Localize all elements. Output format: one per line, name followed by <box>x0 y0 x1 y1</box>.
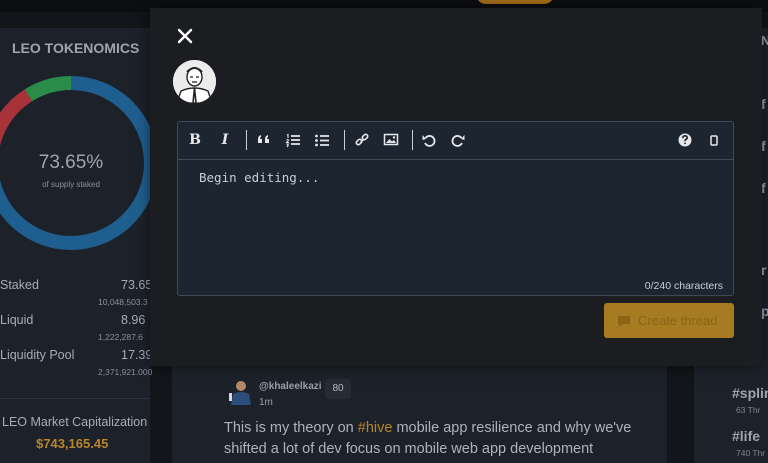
toolbar-separator <box>412 130 413 150</box>
post-body: This is my theory on #hive mobile app re… <box>224 418 654 460</box>
tokenomics-panel: LEO TOKENOMICS 73.65% of supply staked S… <box>0 28 158 463</box>
stat-value-pool: 17.39 <box>121 348 153 362</box>
quote-icon[interactable] <box>256 131 272 149</box>
trending-count-life: 740 Thr <box>736 448 766 458</box>
reputation-badge: 80 <box>325 379 351 399</box>
create-thread-modal: B I Begin editing... 0/240 characters Cr… <box>150 8 762 366</box>
link-icon[interactable] <box>354 131 370 149</box>
tokenomics-title: LEO TOKENOMICS <box>12 40 140 56</box>
stat-sub-liquid: 1,222,287.6 <box>98 332 143 342</box>
create-thread-label: Create thread <box>638 313 718 328</box>
stat-sub-pool: 2,371,921.000 <box>98 367 153 377</box>
editor-text-area[interactable]: Begin editing... <box>199 170 319 185</box>
undo-icon[interactable] <box>421 131 437 149</box>
character-count: 0/240 characters <box>644 280 723 292</box>
post-username[interactable]: @khaleelkazi <box>259 381 322 392</box>
top-action-button[interactable] <box>476 0 554 4</box>
post-timestamp: 1m <box>259 397 273 408</box>
trending-title: N <box>761 33 768 48</box>
stat-label-staked: Staked <box>0 278 39 292</box>
stat-label-liquid: Liquid <box>0 313 34 327</box>
stat-value-staked: 73.65 <box>121 278 153 292</box>
toolbar-separator <box>246 130 247 150</box>
ordered-list-icon[interactable] <box>285 131 301 149</box>
create-thread-button[interactable]: Create thread <box>604 303 734 338</box>
stat-sub-staked: 10,048,503.3 <box>98 297 148 307</box>
post-text-start: This is my theory on <box>224 420 358 436</box>
preview-toggle-icon[interactable] <box>706 131 722 149</box>
redo-icon[interactable] <box>450 131 466 149</box>
trending-count-splinterlands: 63 Thr <box>736 405 761 415</box>
market-cap-label: LEO Market Capitalization <box>2 415 148 429</box>
trending-item-5[interactable]: p <box>761 303 768 319</box>
bold-button[interactable]: B <box>187 131 203 149</box>
image-icon[interactable] <box>383 131 399 149</box>
user-avatar <box>173 60 216 103</box>
post-author-avatar[interactable] <box>228 379 252 405</box>
hashtag-link[interactable]: #hive <box>358 420 393 436</box>
staked-percent: 73.65% <box>38 152 104 173</box>
trending-tag-life[interactable]: #life <box>732 428 760 444</box>
unordered-list-icon[interactable] <box>314 131 330 149</box>
help-icon[interactable] <box>677 131 693 149</box>
stat-label-pool: Liquidity Pool <box>0 348 75 362</box>
close-icon[interactable] <box>176 27 194 45</box>
market-cap-value: $743,165.45 <box>36 436 109 451</box>
stat-value-liquid: 8.96 <box>121 313 146 327</box>
toolbar-separator <box>344 130 345 150</box>
staked-percent-caption: of supply staked <box>42 180 100 189</box>
trending-tag-splinterlands[interactable]: #splin <box>732 385 768 401</box>
panel-divider <box>0 398 150 399</box>
editor-toolbar: B I <box>178 122 733 160</box>
italic-button[interactable]: I <box>217 131 233 149</box>
thread-editor: B I Begin editing... 0/240 characters <box>177 121 734 296</box>
comment-icon <box>618 316 630 327</box>
